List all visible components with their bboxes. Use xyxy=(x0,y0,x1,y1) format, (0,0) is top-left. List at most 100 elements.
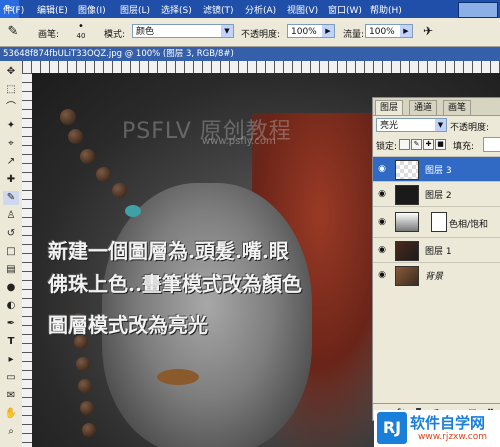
tab-layers[interactable]: 图层 xyxy=(375,100,404,115)
chevron-down-icon: ▼ xyxy=(435,119,446,131)
brush-label: 画笔: xyxy=(38,30,60,40)
menu-analysis[interactable]: 分析(A) xyxy=(245,3,276,16)
layer-thumbnail xyxy=(395,241,419,261)
layer-row[interactable]: ◉ 色相/饱和 xyxy=(373,206,500,237)
layer-name: 图层 2 xyxy=(425,191,452,201)
opacity-field[interactable]: 100% ▶ xyxy=(287,24,335,38)
lock-transparency-icon[interactable] xyxy=(399,139,410,150)
site-logo: RJ 软件自学网 www.rjzxw.com xyxy=(374,410,500,447)
blend-mode-value: 亮光 xyxy=(380,121,399,131)
document-title-bar: 53648f874fbULiT33OQZ.jpg @ 100% (图层 3, R… xyxy=(0,47,500,61)
chevron-right-icon: ▶ xyxy=(400,25,412,37)
blur-tool-icon[interactable]: ● xyxy=(3,281,19,295)
logo-url: www.rjzxw.com xyxy=(418,432,487,442)
layers-panel: 图层 通道 画笔 亮光 ▼ 不透明度: 锁定: ✎ ✚ ■ 填充: ◉ 图层 3… xyxy=(372,97,500,421)
menu-file[interactable]: 件(F) xyxy=(3,3,24,16)
gradient-tool-icon[interactable]: ▤ xyxy=(3,263,19,277)
type-tool-icon[interactable]: T xyxy=(3,335,19,349)
healing-brush-icon[interactable]: ✚ xyxy=(3,173,19,187)
lasso-tool-icon[interactable]: ⌒ xyxy=(3,101,19,115)
pen-tool-icon[interactable]: ✒ xyxy=(3,317,19,331)
fill-field[interactable] xyxy=(483,137,500,152)
opacity-value: 100% xyxy=(291,27,317,37)
eye-icon[interactable]: ◉ xyxy=(376,269,388,281)
bead xyxy=(96,167,111,182)
mode-value: 颜色 xyxy=(136,27,155,37)
chevron-down-icon: ▼ xyxy=(221,25,233,37)
flow-label: 流量: xyxy=(343,30,365,40)
dodge-tool-icon[interactable]: ◐ xyxy=(3,299,19,313)
path-select-icon[interactable]: ▸ xyxy=(3,353,19,367)
fill-label: 填充: xyxy=(453,142,475,152)
flow-field[interactable]: 100% ▶ xyxy=(365,24,413,38)
blend-mode-select[interactable]: 亮光 ▼ xyxy=(376,118,447,132)
airbrush-icon[interactable]: ✈ xyxy=(420,23,436,39)
move-tool-icon[interactable]: ✥ xyxy=(3,65,19,79)
bead xyxy=(112,183,127,198)
eye-icon[interactable]: ◉ xyxy=(376,163,388,175)
chevron-right-icon: ▶ xyxy=(322,25,334,37)
caption-line-2: 佛珠上色..畫筆模式改為顏色 xyxy=(48,272,302,296)
menu-edit[interactable]: 编辑(E) xyxy=(37,3,68,16)
logo-mark: RJ xyxy=(377,412,407,444)
vertical-ruler xyxy=(22,73,32,447)
panel-tabs: 图层 通道 画笔 xyxy=(373,98,500,116)
history-brush-icon[interactable]: ↺ xyxy=(3,227,19,241)
layer-row[interactable]: ◉ 图层 1 xyxy=(373,237,500,262)
menu-image[interactable]: 图像(I) xyxy=(78,3,106,16)
bead xyxy=(82,423,96,437)
lock-all-icon[interactable]: ■ xyxy=(435,139,446,150)
brush-tool-icon[interactable]: ✎ xyxy=(3,191,19,205)
menu-help[interactable]: 帮助(H) xyxy=(370,3,402,16)
magic-wand-icon[interactable]: ✦ xyxy=(3,119,19,133)
layer-name: 图层 1 xyxy=(425,247,452,257)
layer-thumbnail xyxy=(395,266,419,286)
lock-pixels-icon[interactable]: ✎ xyxy=(411,139,422,150)
menu-window[interactable]: 窗口(W) xyxy=(328,3,362,16)
bead xyxy=(80,149,95,164)
caption-line-1: 新建一個圖層為.頭髮.嘴.眼 xyxy=(48,239,289,263)
stamp-tool-icon[interactable]: ♙ xyxy=(3,209,19,223)
layer-row[interactable]: ◉ 背景 xyxy=(373,262,500,287)
lock-label: 锁定: xyxy=(376,142,398,152)
menu-layer[interactable]: 图层(L) xyxy=(120,3,150,16)
zoom-tool-icon[interactable]: ⌕ xyxy=(3,425,19,439)
layer-opacity-label: 不透明度: xyxy=(450,123,490,133)
layer-name: 色相/饱和 xyxy=(449,220,489,230)
brush-preset-picker[interactable]: • 40 xyxy=(71,22,91,42)
mode-select[interactable]: 颜色 ▼ xyxy=(132,24,234,38)
watermark-url: www.psfly.com xyxy=(202,136,276,147)
bead xyxy=(80,401,94,415)
eye-icon[interactable]: ◉ xyxy=(376,188,388,200)
crop-tool-icon[interactable]: ⌖ xyxy=(3,137,19,151)
eraser-tool-icon[interactable]: □ xyxy=(3,245,19,259)
eyedropper-icon[interactable]: ↗ xyxy=(3,155,19,169)
options-bar: ✎ 画笔: • 40 模式: 颜色 ▼ 不透明度: 100% ▶ 流量: 100… xyxy=(0,18,500,47)
menu-view[interactable]: 视图(V) xyxy=(287,3,318,16)
bead xyxy=(60,109,76,125)
marquee-tool-icon[interactable]: ⬚ xyxy=(3,83,19,97)
layer-row[interactable]: ◉ 图层 3 xyxy=(373,156,500,181)
layer-name: 图层 3 xyxy=(425,166,452,176)
caption-line-3: 圖層模式改為亮光 xyxy=(48,313,208,337)
opacity-label: 不透明度: xyxy=(241,30,281,40)
menu-filter[interactable]: 滤镜(T) xyxy=(203,3,234,16)
eye-icon[interactable]: ◉ xyxy=(376,216,388,228)
mode-label: 模式: xyxy=(104,30,126,40)
layer-name: 背景 xyxy=(425,272,444,282)
tab-channels[interactable]: 通道 xyxy=(409,100,438,115)
notes-tool-icon[interactable]: ✉ xyxy=(3,389,19,403)
hand-tool-icon[interactable]: ✋ xyxy=(3,407,19,421)
window-controls[interactable] xyxy=(458,2,498,18)
toolbox: ✥ ⬚ ⌒ ✦ ⌖ ↗ ✚ ✎ ♙ ↺ □ ▤ ● ◐ ✒ T ▸ ▭ ✉ ✋ … xyxy=(0,61,23,447)
tab-brushes[interactable]: 画笔 xyxy=(443,100,472,115)
layer-row[interactable]: ◉ 图层 2 xyxy=(373,181,500,206)
layer-thumbnail xyxy=(395,160,419,180)
menu-select[interactable]: 选择(S) xyxy=(161,3,192,16)
logo-name: 软件自学网 xyxy=(410,414,486,432)
eye-icon[interactable]: ◉ xyxy=(376,244,388,256)
flow-value: 100% xyxy=(369,27,395,37)
brush-tool-icon[interactable]: ✎ xyxy=(3,23,23,41)
lock-position-icon[interactable]: ✚ xyxy=(423,139,434,150)
shape-tool-icon[interactable]: ▭ xyxy=(3,371,19,385)
